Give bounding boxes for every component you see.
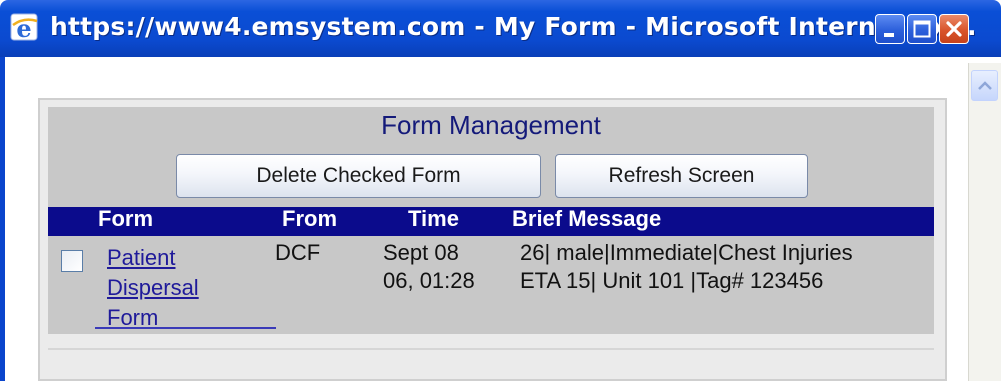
table-header: [48, 207, 934, 236]
row-select-checkbox[interactable]: [61, 250, 83, 272]
cell-from: DCF: [275, 240, 321, 265]
cell-message-line1: 26| male|Immediate|Chest Injuries: [520, 240, 853, 265]
ie-icon: e: [10, 13, 40, 43]
form-link-patient-dispersal[interactable]: Patient Dispersal Form: [107, 243, 247, 333]
column-header-time: Time: [408, 206, 459, 231]
close-icon: [946, 21, 962, 37]
vertical-scrollbar[interactable]: [968, 63, 1001, 381]
column-header-from: From: [282, 206, 337, 231]
window-title: https://www4.emsystem.com - My Form - Mi…: [50, 12, 977, 41]
cell-message-line2: ETA 15| Unit 101 |Tag# 123456: [520, 268, 824, 293]
maximize-icon: [913, 20, 931, 38]
title-bar[interactable]: e https://www4.emsystem.com - My Form - …: [0, 0, 1001, 57]
minimize-icon: [884, 33, 894, 37]
column-header-form: Form: [98, 206, 153, 231]
cell-time-date: Sept 08: [383, 240, 459, 265]
row-underline: [95, 327, 276, 329]
cell-time-clock: 06, 01:28: [383, 268, 475, 293]
page-title: Form Management: [381, 110, 601, 140]
maximize-button[interactable]: [907, 14, 937, 44]
column-header-brief-message: Brief Message: [512, 206, 662, 231]
delete-checked-form-button[interactable]: Delete Checked Form: [176, 154, 541, 198]
scroll-up-button[interactable]: [971, 70, 998, 101]
chevron-up-icon: [978, 81, 992, 90]
minimize-button[interactable]: [875, 14, 905, 44]
refresh-screen-button[interactable]: Refresh Screen: [555, 154, 808, 198]
section-divider: [48, 348, 934, 350]
window-frame-left: [0, 57, 5, 381]
browser-popup-window: e https://www4.emsystem.com - My Form - …: [0, 0, 1001, 381]
svg-text:e: e: [16, 14, 31, 43]
close-button[interactable]: [939, 14, 969, 44]
